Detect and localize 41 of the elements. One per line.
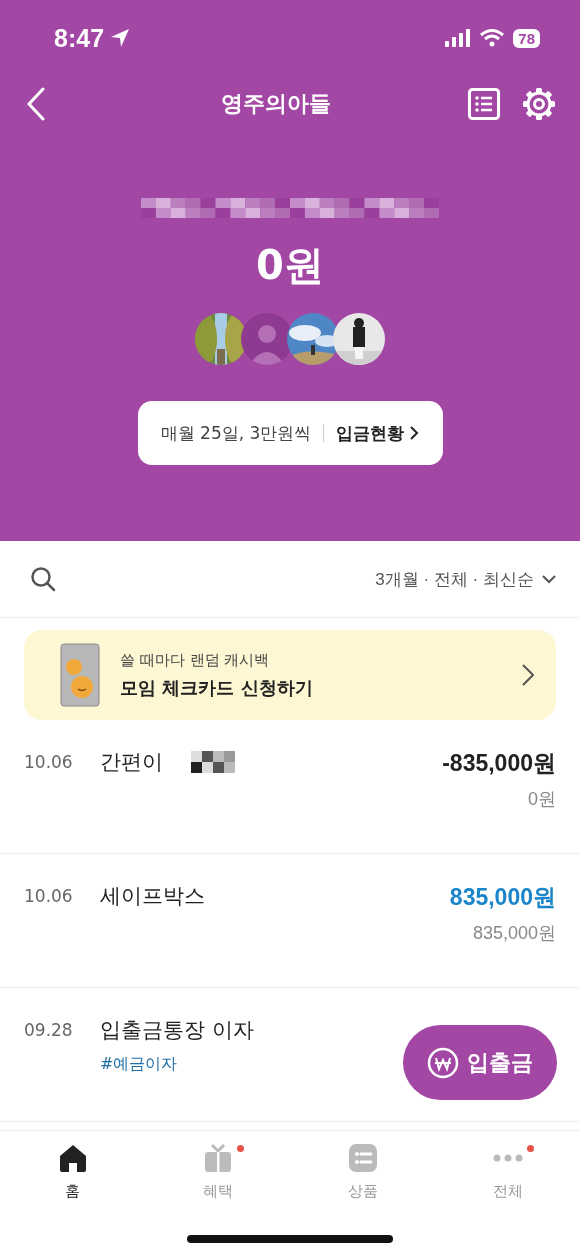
deposit-withdraw-button[interactable]: 입출금 (403, 1025, 557, 1100)
chevron-icon (522, 664, 534, 686)
settings-icon[interactable] (522, 87, 556, 121)
back-icon[interactable] (26, 87, 46, 121)
list-icon[interactable] (468, 88, 500, 120)
more-icon (491, 1154, 524, 1162)
tab-item[interactable]: 전체 (435, 1141, 580, 1202)
tab-item[interactable]: 상품 (290, 1141, 435, 1202)
balance-after: 835,000원 (472, 922, 556, 945)
transaction-date: 10.06 (24, 751, 74, 774)
card-icon (60, 643, 100, 707)
won-icon (427, 1046, 459, 1079)
account-balance: 0원 (255, 241, 325, 290)
transaction-title: 세이프박스 (100, 883, 205, 910)
list-icon (346, 1142, 379, 1174)
promo-title: 모임 체크카드 신청하기 (120, 675, 314, 700)
signal-icon (445, 29, 472, 47)
transaction-title: 간편이 (100, 749, 163, 776)
screen-title: 영주의아들 (220, 90, 332, 118)
chevron-icon (410, 426, 420, 440)
clock-time: 8:47 (54, 23, 105, 53)
transaction-amount: 835,000원 (449, 883, 556, 912)
wifi-icon (480, 29, 505, 47)
promo-subtitle: 쓸 때마다 랜덤 캐시백 (120, 650, 271, 670)
redaction-mosaic (191, 751, 235, 773)
location-arrow-icon (110, 28, 131, 48)
chevron-down-icon (542, 574, 556, 584)
balance-after: 0원 (528, 788, 556, 811)
transaction-tag[interactable]: #예금이자 (100, 1054, 178, 1075)
tab-item[interactable]: 혜택 (145, 1141, 290, 1202)
deposit-schedule: 매월 25일, 3만원씩 (160, 421, 312, 445)
transaction-title: 입출금통장 이자 (100, 1017, 254, 1044)
battery-level: 78 (513, 28, 540, 48)
search-icon[interactable] (30, 566, 56, 592)
transaction-amount: -835,000원 (442, 749, 556, 778)
filter-dropdown[interactable]: 3개월 · 전체 · 최신순 (375, 567, 556, 591)
deposit-status-link[interactable]: 입금현황 (336, 421, 420, 445)
transaction-date: 09.28 (24, 1019, 74, 1042)
tab-item[interactable]: 홈 (0, 1141, 145, 1202)
promo-banner[interactable]: 쓸 때마다 랜덤 캐시백 모임 체크카드 신청하기 (24, 630, 556, 720)
transaction-date: 10.06 (24, 885, 74, 908)
